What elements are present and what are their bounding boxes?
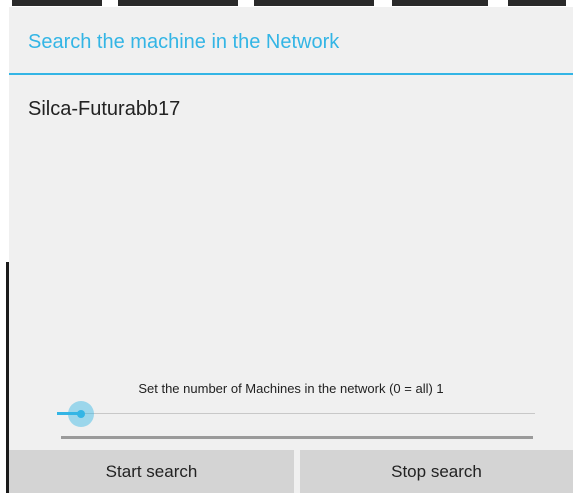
start-search-button[interactable]: Start search (9, 450, 294, 493)
slider-thumb[interactable] (68, 401, 94, 427)
background-edge (0, 7, 9, 493)
dialog-title: Search the machine in the Network (28, 31, 340, 53)
status-bar-edge (0, 0, 573, 7)
button-bar: Start search Stop search (9, 450, 573, 493)
screen: Search the machine in the Network Silca-… (0, 0, 573, 493)
machine-count-label: Set the number of Machines in the networ… (138, 381, 444, 396)
list-item[interactable]: Silca-Futurabb17 (28, 98, 180, 121)
stop-search-button[interactable]: Stop search (300, 450, 573, 493)
slider-thumb-core (77, 410, 85, 418)
divider (61, 436, 533, 439)
machine-count-slider[interactable] (57, 400, 535, 428)
machine-list: Silca-Futurabb17 (9, 75, 573, 375)
dialog-header: Search the machine in the Network (9, 7, 573, 73)
search-machine-dialog: Search the machine in the Network Silca-… (9, 7, 573, 493)
slider-track[interactable] (57, 413, 535, 414)
